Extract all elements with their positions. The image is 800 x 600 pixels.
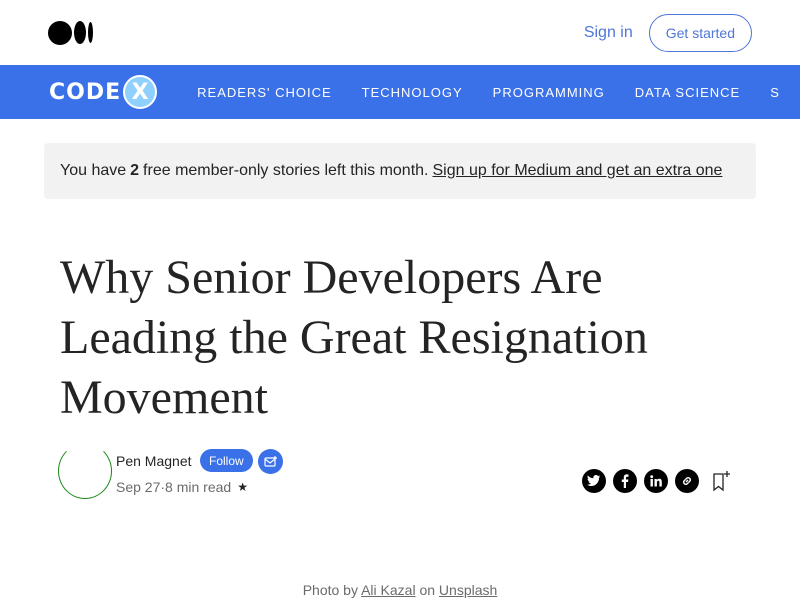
bookmark-add-icon[interactable] [712, 470, 732, 497]
nav-item-technology[interactable]: TECHNOLOGY [362, 85, 463, 100]
nav-item-readers-choice[interactable]: READERS' CHOICE [197, 85, 332, 100]
publication-logo-mark: X [123, 75, 158, 109]
article-title: Why Senior Developers Are Leading the Gr… [60, 251, 648, 424]
nav-item-programming[interactable]: PROGRAMMING [493, 85, 605, 100]
avatar[interactable] [58, 443, 112, 499]
photographer-link[interactable]: Ali Kazal [361, 582, 415, 598]
nav-item-truncated[interactable]: S [770, 85, 780, 100]
publish-date: Sep 27·8 min read [116, 479, 232, 495]
get-started-button[interactable]: Get started [648, 13, 752, 52]
top-header: Sign in Get started [0, 0, 800, 65]
author-name[interactable]: Pen Magnet [116, 453, 192, 469]
facebook-icon[interactable] [613, 469, 637, 493]
sign-in-link[interactable]: Sign in [584, 24, 633, 42]
article-meta: Sep 27·8 min read ★ [116, 479, 248, 495]
linkedin-icon[interactable] [644, 469, 668, 493]
twitter-icon[interactable] [582, 469, 606, 493]
star-icon: ★ [237, 480, 248, 494]
mail-plus-icon[interactable] [258, 449, 283, 474]
banner-prefix: You have [60, 162, 127, 179]
banner-suffix: free member-only stories left this month… [143, 162, 429, 179]
follow-button[interactable]: Follow [200, 449, 253, 472]
share-icons [582, 469, 699, 493]
publication-logo[interactable]: CODE X [49, 75, 158, 109]
banner-count: 2 [130, 162, 140, 179]
photo-caption: Photo by Ali Kazal on Unsplash [302, 582, 498, 598]
unsplash-link[interactable]: Unsplash [439, 582, 497, 598]
nav-item-data-science[interactable]: DATA SCIENCE [635, 85, 740, 100]
auth-actions: Sign in Get started [584, 13, 752, 52]
signup-link[interactable]: Sign up for Medium and get an extra one [432, 162, 722, 180]
link-icon[interactable] [675, 469, 699, 493]
member-stories-banner: You have 2 free member-only stories left… [44, 143, 756, 199]
publication-logo-text: CODE [49, 79, 122, 105]
publication-nav: CODE X READERS' CHOICE TECHNOLOGY PROGRA… [0, 65, 800, 119]
medium-logo-icon[interactable] [48, 20, 93, 45]
